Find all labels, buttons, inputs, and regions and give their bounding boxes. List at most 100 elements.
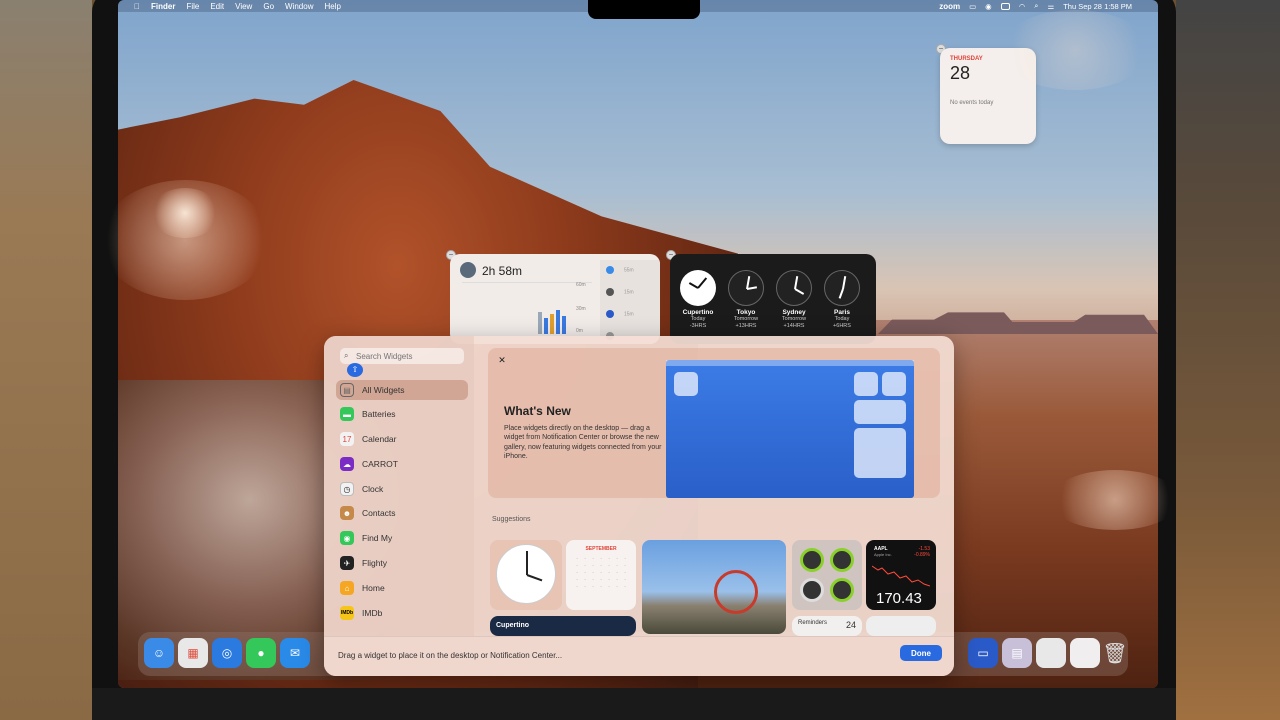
control-center-icon[interactable]: ⚌ — [1047, 2, 1054, 11]
sidebar-item-contacts[interactable]: ☻ Contacts — [336, 503, 468, 523]
gallery-footer-hint: Drag a widget to place it on the desktop… — [338, 651, 563, 660]
calendar-month: SEPTEMBER — [585, 546, 617, 552]
sidebar-item-label: Home — [362, 583, 385, 593]
dock-app-icon[interactable]: ▭ — [968, 638, 998, 668]
laptop-bottom-bezel — [92, 688, 1176, 720]
calendar-cell: · — [600, 570, 602, 575]
suggestion-stocks-widget[interactable]: AAPL Apple Inc. -1.53 -0.89% 170.43 — [866, 540, 936, 610]
calendar-cell: · — [600, 563, 602, 568]
sidebar-item-label: Calendar — [362, 434, 397, 444]
clock-city: Tokyo — [736, 309, 756, 316]
search-widgets-input[interactable] — [340, 348, 464, 364]
axis-label: 0m — [576, 328, 583, 334]
dock-document-icon[interactable] — [1036, 638, 1066, 668]
menu-file[interactable]: File — [186, 2, 199, 11]
apple-menu-icon[interactable]:  — [134, 2, 140, 11]
reminders-label: Reminders — [798, 620, 828, 626]
imdb-icon: IMDb — [340, 606, 354, 620]
zoom-status-item[interactable]: zoom — [939, 2, 960, 11]
calendar-cell: · — [616, 570, 618, 575]
chart-bar — [550, 314, 554, 334]
screen-time-app-list: 55m 15m 15m — [600, 260, 660, 344]
calendar-cell: · — [624, 577, 626, 582]
wifi-icon[interactable]: ◠ — [1019, 2, 1026, 11]
done-button[interactable]: Done — [900, 645, 942, 661]
calendar-cell: · — [616, 584, 618, 589]
plane-icon: ✈ — [340, 556, 354, 570]
desktop-screen:  Finder File Edit View Go Window Help z… — [118, 0, 1158, 688]
sidebar-item-imdb[interactable]: IMDb IMDb — [336, 603, 468, 623]
photo-scene:  Finder File Edit View Go Window Help z… — [0, 0, 1280, 720]
calendar-cell: · — [576, 563, 578, 568]
clock-face — [680, 270, 716, 306]
search-icon[interactable]: ⌕ — [1034, 1, 1038, 11]
calendar-cell: · — [608, 556, 610, 561]
sidebar-item-calendar[interactable]: 17 Calendar — [336, 429, 468, 449]
suggestion-photo-widget[interactable] — [642, 540, 786, 634]
launchpad-icon[interactable]: ▦ — [178, 638, 208, 668]
avatar — [460, 262, 476, 278]
messages-icon[interactable]: ● — [246, 638, 276, 668]
screen-mirroring-icon[interactable]: ▭ — [969, 2, 976, 11]
suggestion-widget[interactable] — [866, 616, 936, 636]
sidebar-item-batteries[interactable]: ▬ Batteries — [336, 404, 468, 424]
gallery-sidebar: ⌕ ⇧ ▤ All Widgets ▬ Batteries 17 Calenda… — [324, 336, 474, 636]
close-icon[interactable]: ✕ — [496, 354, 508, 366]
menu-help[interactable]: Help — [324, 2, 340, 11]
calendar-cell: · — [576, 584, 578, 589]
suggestion-reminders-widget[interactable]: Reminders 24 — [792, 616, 862, 636]
clock-day: Today — [834, 316, 850, 322]
lens-glare — [150, 188, 220, 238]
reminders-count: 24 — [845, 620, 856, 630]
clock-day: Tomorrow — [781, 316, 807, 322]
sidebar-item-label: Batteries — [362, 409, 396, 419]
battery-icon[interactable] — [1000, 2, 1010, 10]
sidebar-item-find-my[interactable]: ◉ Find My — [336, 528, 468, 548]
dock-document-icon[interactable] — [1070, 638, 1100, 668]
sidebar-item-label: CARROT — [362, 459, 398, 469]
suggestion-find-my-widget[interactable] — [792, 540, 862, 610]
world-clock-city: Cupertino — [496, 622, 530, 629]
sidebar-item-flighty[interactable]: ✈ Flighty — [336, 553, 468, 573]
calendar-cell: · — [608, 577, 610, 582]
sidebar-item-carrot[interactable]: ☁ CARROT — [336, 454, 468, 474]
safari-icon[interactable]: ◎ — [212, 638, 242, 668]
sidebar-item-label: Find My — [362, 533, 393, 543]
sidebar-item-label: Contacts — [362, 508, 396, 518]
menu-go[interactable]: Go — [263, 2, 274, 11]
menu-view[interactable]: View — [235, 2, 252, 11]
trash-icon[interactable]: 🗑 — [1100, 638, 1130, 668]
calendar-cell: · — [624, 570, 626, 575]
record-icon[interactable]: ◉ — [985, 2, 992, 11]
search-icon: ⌕ — [344, 351, 349, 360]
suggestion-world-clock-widget[interactable]: Cupertino — [490, 616, 636, 636]
calendar-cell: · — [608, 563, 610, 568]
clock-face — [728, 270, 764, 306]
suggestions-label: Suggestions — [492, 516, 531, 523]
menu-window[interactable]: Window — [285, 2, 313, 11]
clock-city: Cupertino — [682, 309, 714, 316]
gallery-footer: Drag a widget to place it on the desktop… — [324, 636, 954, 676]
sidebar-item-home[interactable]: ⌂ Home — [336, 578, 468, 598]
sidebar-item-clock[interactable]: ◷ Clock — [336, 479, 468, 499]
sidebar-item-all-widgets[interactable]: ▤ All Widgets — [336, 380, 468, 400]
stock-price: 170.43 — [876, 590, 922, 607]
clock-sydney: Sydney Tomorrow +14HRS — [774, 270, 814, 330]
desk-background-right — [1176, 0, 1280, 720]
widget-gallery: ⌕ ⇧ ▤ All Widgets ▬ Batteries 17 Calenda… — [324, 336, 954, 676]
world-clock-widget[interactable]: Cupertino Today -3HRS Tokyo Tomorrow +13… — [670, 254, 876, 344]
dock-app-icon[interactable]: ▤ — [1002, 638, 1032, 668]
suggestion-calendar-widget[interactable]: SEPTEMBER · · · · · · · · · · · · · · · · · · · · · · · · · · · · · ·… — [566, 540, 636, 610]
menu-app-name[interactable]: Finder — [151, 2, 175, 11]
mail-icon[interactable]: ✉ — [280, 638, 310, 668]
menu-edit[interactable]: Edit — [210, 2, 224, 11]
chart-bar — [562, 316, 566, 334]
finder-icon[interactable]: ☺ — [144, 638, 174, 668]
screen-time-widget[interactable]: 2h 58m 60m 30m 0m 55m 15m 15m — [450, 254, 660, 344]
axis-label: 30m — [576, 306, 586, 312]
desk-background-left — [0, 0, 92, 720]
calendar-cell: · — [584, 584, 586, 589]
stock-change: -1.53 -0.89% — [914, 546, 930, 558]
suggestion-clock-widget[interactable] — [490, 540, 562, 610]
clock-icon: ◷ — [340, 482, 354, 496]
